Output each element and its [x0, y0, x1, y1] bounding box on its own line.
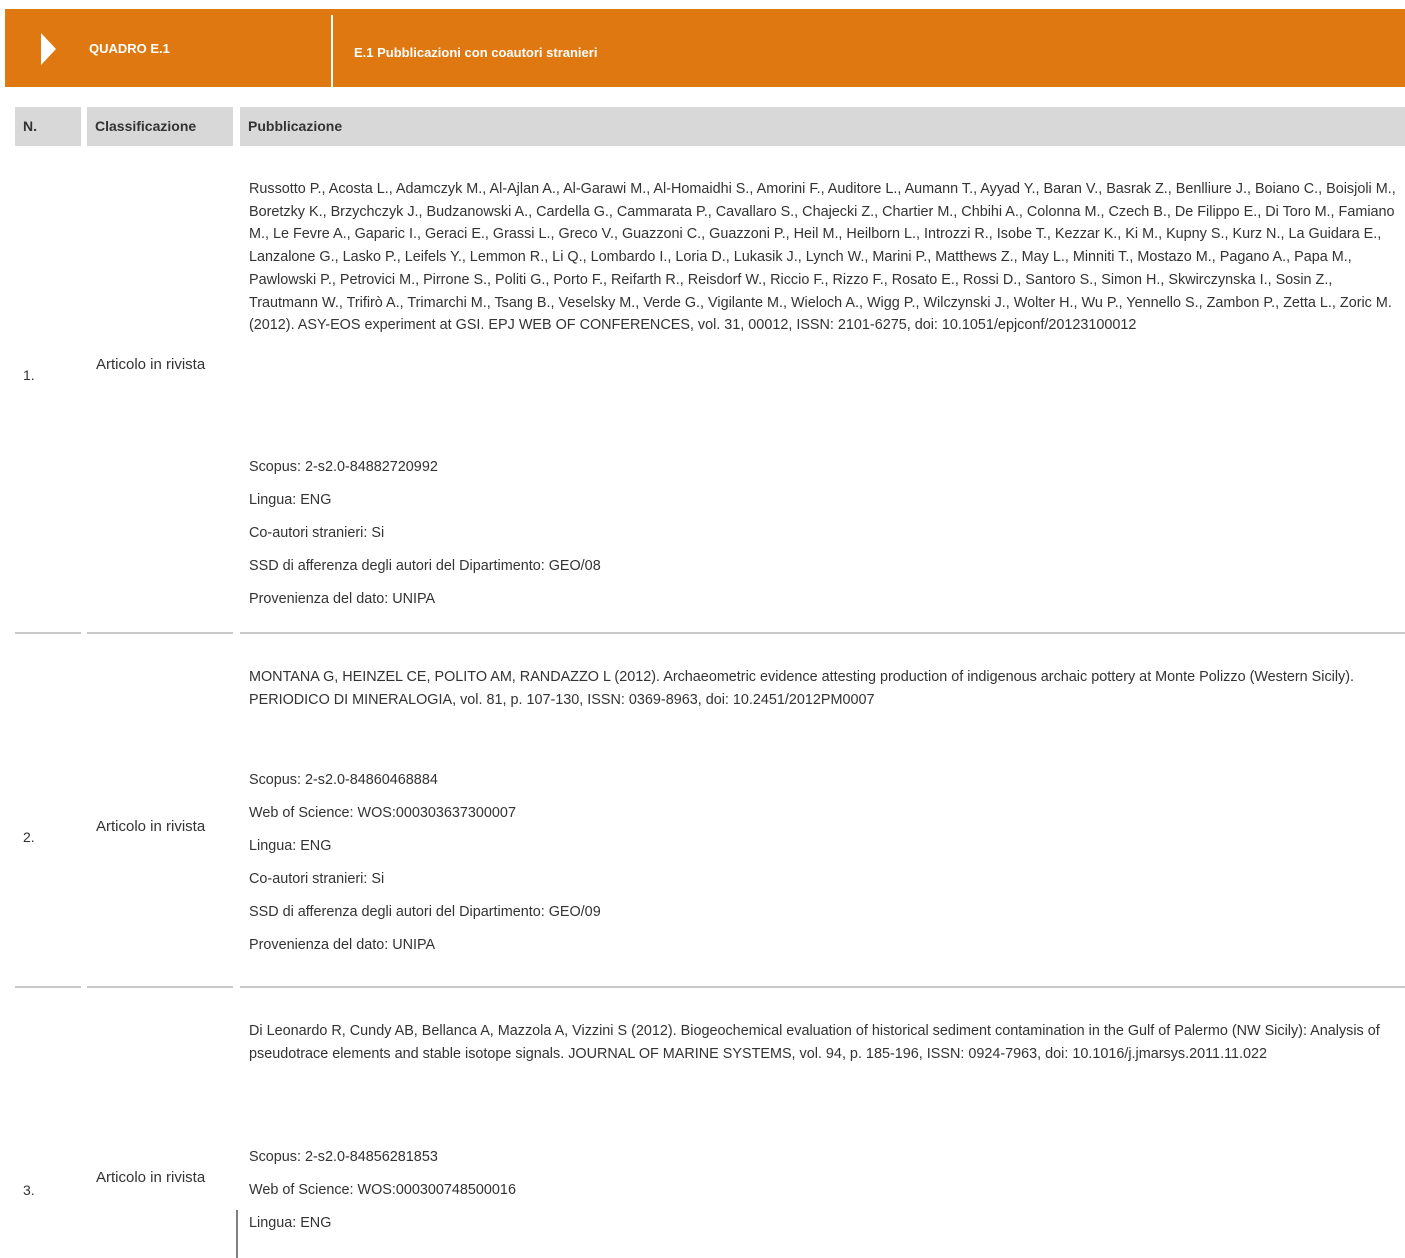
meta-language: Lingua: ENG: [249, 1215, 332, 1231]
publication-cell: MONTANA G, HEINZEL CE, POLITO AM, RANDAZ…: [249, 666, 1405, 711]
row-divider: [87, 632, 233, 634]
section-title: E.1 Pubblicazioni con coautori stranieri: [354, 45, 598, 60]
column-header-number: N.: [15, 107, 81, 146]
meta-language: Lingua: ENG: [249, 492, 332, 508]
meta-ssd: SSD di afferenza degli autori del Dipart…: [249, 904, 601, 920]
publication-citation: Di Leonardo R, Cundy AB, Bellanca A, Maz…: [249, 1023, 1380, 1062]
publication-citation: Russotto P., Acosta L., Adamczyk M., Al-…: [249, 181, 1396, 334]
meta-source: Provenienza del dato: UNIPA: [249, 937, 436, 953]
meta-scopus: Scopus: 2-s2.0-84856281853: [249, 1149, 438, 1165]
chevron-right-icon[interactable]: [41, 33, 56, 65]
publication-meta: Scopus: 2-s2.0-84860468884 Web of Scienc…: [249, 770, 1405, 968]
meta-scopus: Scopus: 2-s2.0-84860468884: [249, 772, 438, 788]
meta-source: Provenienza del dato: UNIPA: [249, 591, 436, 607]
publication-cell: Russotto P., Acosta L., Adamczyk M., Al-…: [249, 178, 1405, 337]
row-classification: Articolo in rivista: [96, 356, 206, 373]
publication-citation: MONTANA G, HEINZEL CE, POLITO AM, RANDAZ…: [249, 669, 1355, 708]
row-divider: [240, 986, 1405, 988]
row-divider: [15, 986, 81, 988]
meta-language: Lingua: ENG: [249, 838, 332, 854]
column-header-classification: Classificazione: [87, 107, 233, 146]
row-classification: Articolo in rivista: [96, 1169, 206, 1186]
publication-meta: Scopus: 2-s2.0-84856281853 Web of Scienc…: [249, 1147, 1405, 1246]
row-number: 3.: [23, 1182, 35, 1198]
column-header-publication: Pubblicazione: [240, 107, 1405, 146]
row-divider: [87, 986, 233, 988]
column-border: [236, 1210, 238, 1258]
section-code: QUADRO E.1: [89, 41, 170, 56]
row-divider: [240, 632, 1405, 634]
header-divider: [331, 15, 333, 90]
row-classification: Articolo in rivista: [96, 818, 206, 835]
row-number: 2.: [23, 829, 35, 845]
meta-foreign-coauthors: Co-autori stranieri: Si: [249, 871, 385, 887]
meta-foreign-coauthors: Co-autori stranieri: Si: [249, 525, 385, 541]
section-header: QUADRO E.1 E.1 Pubblicazioni con coautor…: [5, 9, 1405, 90]
meta-scopus: Scopus: 2-s2.0-84882720992: [249, 459, 438, 475]
meta-wos: Web of Science: WOS:000300748500016: [249, 1182, 516, 1198]
row-divider: [15, 632, 81, 634]
publication-cell: Di Leonardo R, Cundy AB, Bellanca A, Maz…: [249, 1020, 1405, 1065]
table-header: N. Classificazione Pubblicazione: [0, 107, 1405, 146]
meta-wos: Web of Science: WOS:000303637300007: [249, 805, 516, 821]
publication-meta: Scopus: 2-s2.0-84882720992 Lingua: ENG C…: [249, 457, 1405, 622]
row-number: 1.: [23, 367, 35, 383]
meta-ssd: SSD di afferenza degli autori del Dipart…: [249, 558, 601, 574]
